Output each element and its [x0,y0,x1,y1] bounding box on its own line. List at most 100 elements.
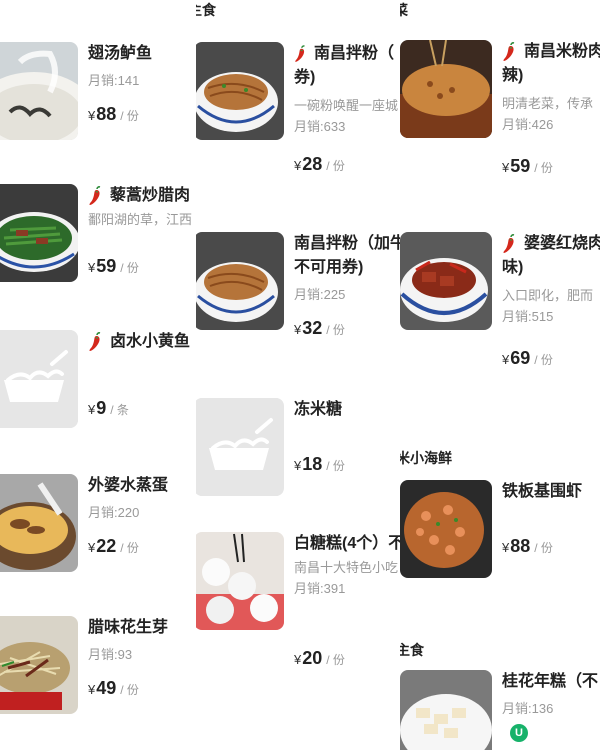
dish-name: 翅汤鲈鱼 [88,45,153,62]
dish-name: 南昌拌粉（加牛 [294,235,400,252]
price-unit: / 份 [534,161,553,175]
menu-item[interactable]: 铁板基围虾 ¥88/ 份 [400,480,600,580]
monthly-sales: 月销:220 [88,505,140,520]
menu-column-2: 主食 南昌拌粉（ 券) 一碗粉唤醒一座城 月销:633 ¥28/ 份 [196,0,400,750]
dish-description: 鄱阳湖的草，江西 [88,212,193,227]
price-value: 59 [96,256,117,276]
menu-item[interactable]: 腊味花生芽 月销:93 ¥49/ 份 [0,616,196,716]
currency-symbol: ¥ [88,402,96,417]
price-value: 88 [96,104,117,124]
price-unit: / 份 [120,541,139,555]
dish-name: 铁板基围虾 [502,483,583,500]
chili-spicy-icon [88,332,104,352]
dish-photo[interactable] [400,670,492,750]
monthly-sales: 月销:515 [502,309,554,324]
currency-symbol: ¥ [294,458,302,473]
dish-description: 南昌十大特色小吃 [294,560,399,575]
monthly-sales: 月销:225 [294,287,346,302]
category-header: 主食 [400,642,424,658]
dish-image-iron-shrimp [400,480,492,578]
dish-name-text: 南昌米粉肉 [524,43,600,60]
dish-photo[interactable] [196,532,284,630]
dish-name: 外婆水蒸蛋 [88,477,169,494]
dish-description: 一碗粉唤醒一座城 [294,98,399,113]
menu-item[interactable]: 南昌米粉肉 辣) 明清老菜，传承 月销:426 ¥59/ 份 [400,40,600,176]
currency-symbol: ¥ [294,322,302,337]
menu-item[interactable]: 翅汤鲈鱼 月销:141 ¥88/ 份 [0,42,196,142]
dish-image-rice-cake [400,670,492,750]
currency-symbol: ¥ [294,652,302,667]
category-header: 米小海鲜 [400,450,452,466]
dish-image-noodles-beef [196,232,284,330]
menu-item[interactable]: 藜蒿炒腊肉 鄱阳湖的草，江西 ¥59/ 份 [0,184,196,284]
dish-photo[interactable] [196,42,284,140]
menu-item[interactable]: 卤水小黄鱼 ¥9/ 条 [0,330,196,430]
dish-price: ¥88/ 份 [502,536,582,557]
dish-photo[interactable] [196,232,284,330]
dish-photo[interactable] [0,42,78,140]
dish-name-text: 藜蒿炒腊肉 [110,187,191,204]
dish-photo[interactable] [0,184,78,282]
menu-item[interactable]: 冻米糖 ¥18/ 份 [196,398,400,498]
dish-price: ¥18/ 份 [294,454,345,475]
price-value: 59 [510,156,531,176]
dish-name-text: 婆婆红烧肉 [524,235,600,252]
menu-column-3: 菜 南昌米粉肉 辣) 明清老菜，传承 月销:426 ¥59/ 份 婆婆红烧肉 味… [400,0,600,750]
dish-name: 白糖糕(4个）不 [294,535,400,552]
menu-item[interactable]: 南昌拌粉（ 券) 一碗粉唤醒一座城 月销:633 ¥28/ 份 [196,42,400,174]
dish-name-text: 南昌拌粉（ [314,45,395,62]
dish-price: ¥59/ 份 [88,256,192,277]
dish-photo[interactable] [400,40,492,138]
price-unit: / 份 [120,109,139,123]
dish-price: ¥22/ 份 [88,536,168,557]
dish-image-braised-pork [400,232,492,330]
menu-item[interactable]: 桂花年糕（不 月销:136 U [400,670,600,750]
dish-image-stirfry [0,184,78,282]
dish-name-line2: 辣) [502,67,524,84]
dish-price: ¥32/ 份 [294,318,400,339]
currency-symbol: ¥ [88,540,96,555]
dish-photo-placeholder[interactable] [196,398,284,496]
dish-name: 南昌米粉肉 [502,40,600,64]
category-header: 主食 [196,2,216,18]
dish-name: 桂花年糕（不 [502,673,599,690]
price-unit: / 份 [326,459,345,473]
dish-name-text: 卤水小黄鱼 [110,333,191,350]
dish-name: 南昌拌粉（ [294,42,398,66]
dish-price: ¥59/ 份 [502,156,600,177]
dish-image-bean-sprouts [0,616,78,714]
price-value: 22 [96,536,117,556]
price-value: 18 [302,454,323,474]
menu-item[interactable]: 白糖糕(4个）不 南昌十大特色小吃 月销:391 ¥20/ 份 [196,532,400,672]
currency-symbol: ¥ [294,158,302,173]
dish-description: 入口即化，肥而 [502,288,594,303]
dish-name-line2: 不可用券) [294,259,364,276]
price-unit: / 条 [110,403,129,417]
menu-item[interactable]: 南昌拌粉（加牛 不可用券) 月销:225 ¥32/ 份 [196,232,400,338]
price-unit: / 份 [534,353,553,367]
dish-photo[interactable] [0,616,78,714]
dish-image-sugar-cakes [196,532,284,630]
dish-photo[interactable] [400,232,492,330]
dish-photo[interactable] [0,474,78,572]
dish-image-steamed-egg [0,474,78,572]
currency-symbol: ¥ [88,260,96,275]
menu-item[interactable]: 婆婆红烧肉 味) 入口即化，肥而 月销:515 ¥69/ 份 [400,232,600,368]
dish-price: ¥9/ 条 [88,398,190,419]
monthly-sales: 月销:93 [88,647,133,662]
monthly-sales: 月销:426 [502,117,554,132]
price-unit: / 份 [120,261,139,275]
monthly-sales: 月销:633 [294,119,346,134]
dish-name-line2: 券) [294,69,316,86]
dish-description: 明清老菜，传承 [502,96,594,111]
bowl-placeholder-icon [0,330,78,428]
dish-name: 腊味花生芽 [88,619,169,636]
price-value: 20 [302,648,323,668]
dish-photo[interactable] [400,480,492,578]
menu-item[interactable]: 外婆水蒸蛋 月销:220 ¥22/ 份 [0,474,196,574]
price-value: 88 [510,536,531,556]
price-unit: / 份 [326,653,345,667]
price-unit: / 份 [534,541,553,555]
dish-photo-placeholder[interactable] [0,330,78,428]
brand-badge[interactable]: U [510,724,528,742]
